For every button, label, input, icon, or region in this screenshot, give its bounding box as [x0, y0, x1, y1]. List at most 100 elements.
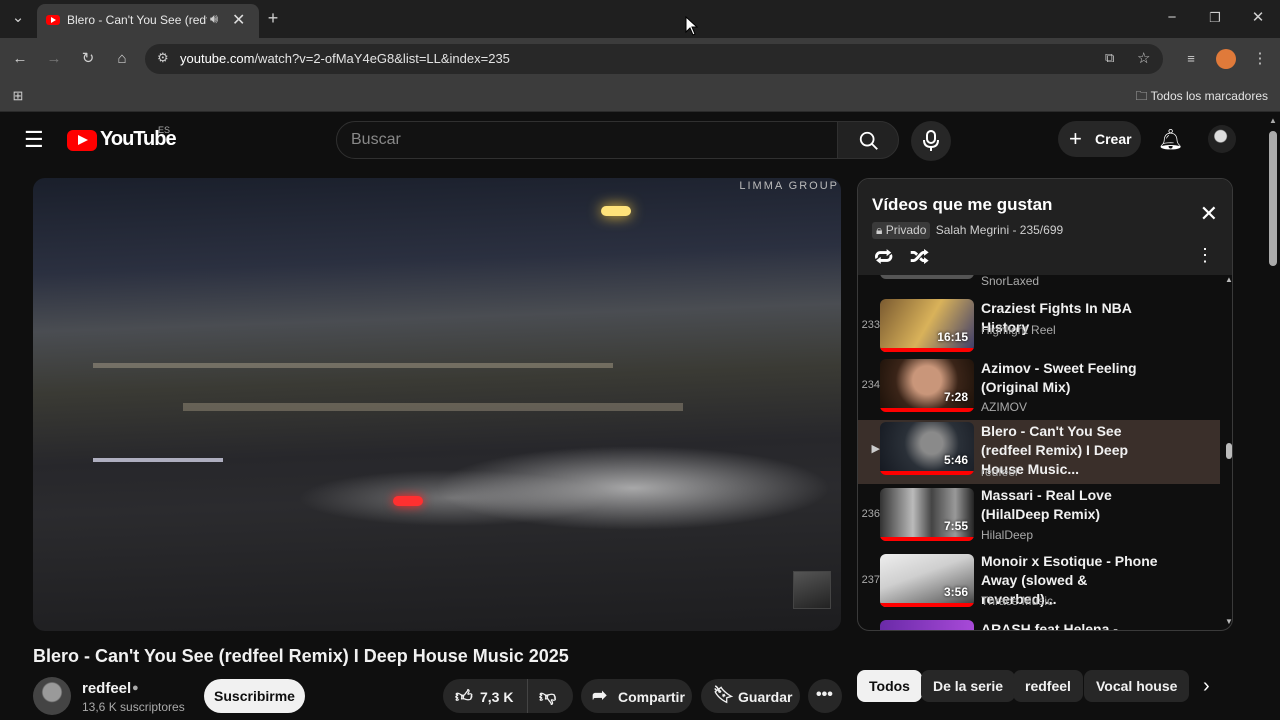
playlist-item[interactable]: 237 3:56 Monoir x Esotique - Phone Away … — [858, 552, 1220, 616]
maximize-button[interactable]: ❐ — [1205, 8, 1225, 28]
duration: 5:46 — [943, 453, 968, 467]
chip-channel[interactable]: redfeel — [1013, 670, 1083, 702]
video-thumbnail: 5:46 — [880, 422, 974, 475]
share-label: Compartir — [618, 689, 685, 705]
subscriber-count: 13,6 K suscriptores — [82, 700, 185, 714]
duration: 7:28 — [943, 390, 968, 404]
item-index: 234 — [861, 379, 880, 391]
video-thumbnail: 16:15 — [880, 299, 974, 352]
tab-close-icon[interactable]: ✕ — [232, 10, 245, 30]
apps-grid-icon[interactable]: ⊞ — [8, 86, 28, 106]
audio-playing-icon[interactable]: 🔊︎ — [210, 11, 218, 27]
back-button[interactable]: ← — [10, 49, 30, 69]
menu-icon[interactable]: ☰ — [24, 127, 44, 153]
search-box[interactable] — [336, 121, 838, 159]
playlist-close-icon[interactable]: ✕ — [1200, 201, 1218, 227]
playlist-menu-icon[interactable]: ⋮ — [1196, 245, 1214, 266]
chip-series[interactable]: De la serie — [921, 670, 1016, 702]
thumbs-up-icon: 👍︎ — [455, 687, 473, 706]
watch-progress — [880, 537, 974, 541]
profile-avatar[interactable] — [1216, 49, 1236, 69]
browser-toolbar: ← → ↻ ⌂ ⚙ youtube.com/watch?v=2-ofMaY4eG… — [0, 38, 1280, 80]
playlist-item[interactable]: 233 16:15 Craziest Fights In NBA History… — [858, 297, 1220, 361]
folder-icon: 🗀︎ — [1135, 89, 1151, 103]
install-app-icon[interactable]: ⧉ — [1105, 50, 1114, 66]
now-playing-icon: ▶ — [871, 443, 880, 455]
car-taillight — [393, 496, 423, 506]
create-button[interactable]: + Crear — [1058, 121, 1141, 157]
video-player[interactable]: LIMMA GROUP — [33, 178, 841, 631]
account-avatar[interactable] — [1208, 125, 1236, 153]
dislike-button[interactable]: 👎︎ — [529, 679, 573, 713]
search-button[interactable] — [837, 121, 899, 159]
scroll-thumb[interactable] — [1226, 443, 1232, 459]
tab-search-icon[interactable]: ⌄ — [8, 8, 28, 28]
page-scroll-thumb[interactable] — [1269, 131, 1277, 266]
item-channel: AZIMOV — [981, 400, 1028, 414]
channel-watermark-thumbnail[interactable] — [793, 571, 831, 609]
playlist-item[interactable]: ARASH feat Helena - BROKEN — [858, 618, 1220, 630]
playlist-title[interactable]: Vídeos que me gustan — [872, 195, 1052, 215]
item-channel: Thrace Music — [981, 594, 1054, 608]
item-index: 237 — [861, 574, 880, 586]
light-stripe — [93, 458, 223, 462]
page-scrollbar[interactable]: ▲ — [1266, 113, 1280, 720]
playlist-owner-progress: Salah Megrini - 235/699 — [935, 223, 1064, 237]
subscribe-button[interactable]: Suscribirme — [204, 679, 305, 713]
bookmark-icon: 🔖︎ — [713, 685, 735, 704]
playlist-item[interactable]: 236 7:55 Massari - Real Love (HilalDeep … — [858, 486, 1220, 550]
notifications-bell-icon[interactable]: 🔔︎ — [1158, 127, 1183, 152]
video-thumbnail: 7:28 — [880, 359, 974, 412]
youtube-logo-icon[interactable] — [67, 130, 97, 151]
all-bookmarks-folder[interactable]: 🗀︎ Todos los marcadores — [1135, 87, 1268, 108]
playlist-scrollbar[interactable]: ▲ ▼ — [1224, 275, 1232, 630]
item-channel: SnorLaxed — [981, 275, 1040, 288]
youtube-masthead: ☰ YouTube ES + Crear 🔔︎ — [0, 113, 1266, 167]
more-actions-button[interactable]: ••• — [808, 679, 842, 713]
address-bar[interactable]: ⚙ youtube.com/watch?v=2-ofMaY4eG8&list=L… — [145, 44, 1163, 74]
loop-icon[interactable]: 🔁︎ — [874, 243, 893, 271]
share-button[interactable]: ➦ Compartir — [581, 679, 692, 713]
forward-button[interactable]: → — [44, 49, 64, 69]
minimize-button[interactable]: − — [1162, 8, 1182, 28]
site-info-icon[interactable]: ⚙ — [157, 50, 169, 66]
save-button[interactable]: 🔖︎ Guardar — [701, 679, 800, 713]
voice-search-button[interactable] — [911, 121, 951, 161]
like-button[interactable]: 👍︎ 7,3 K — [443, 679, 528, 713]
reload-button[interactable]: ↻ — [78, 49, 98, 69]
bookmark-star-icon[interactable]: ☆ — [1137, 49, 1150, 67]
chip-all[interactable]: Todos — [857, 670, 922, 702]
home-button[interactable]: ⌂ — [112, 49, 132, 69]
light-stripe — [183, 403, 683, 411]
browser-tab-active[interactable]: Blero - Can't You See (redfeel Remix) I … — [37, 4, 259, 38]
channel-avatar[interactable] — [33, 677, 71, 715]
shuffle-icon[interactable]: 🔀︎ — [910, 243, 929, 271]
playlist-item-current[interactable]: ▶ 5:46 Blero - Can't You See (redfeel Re… — [858, 420, 1220, 484]
playlist-item[interactable]: 234 7:28 Azimov - Sweet Feeling (Origina… — [858, 357, 1220, 421]
media-controls-icon[interactable]: ≡ — [1181, 49, 1201, 69]
item-title: Massari - Real Love (HilalDeep Remix) — [981, 487, 1112, 522]
channel-name[interactable]: redfeel — [82, 680, 131, 697]
item-channel: HilalDeep — [981, 528, 1034, 542]
mouse-cursor-icon — [685, 16, 699, 36]
watch-progress — [880, 408, 974, 412]
chip-vocal-house[interactable]: Vocal house — [1084, 670, 1190, 702]
search-input[interactable] — [351, 131, 821, 149]
like-dislike-group: 👍︎ 7,3 K 👎︎ — [443, 679, 573, 713]
item-index: 236 — [861, 508, 880, 520]
scroll-up-icon[interactable]: ▲ — [1225, 275, 1232, 284]
tab-title: Blero - Can't You See (redfeel Remix) I … — [67, 13, 207, 27]
chips-next-chevron-icon[interactable]: › — [1203, 675, 1210, 698]
video-thumbnail: 3:56 — [880, 554, 974, 607]
scroll-down-icon[interactable]: ▼ — [1225, 617, 1232, 626]
playlist-item-partial[interactable]: SnorLaxed — [858, 275, 1220, 288]
duration: 16:15 — [937, 330, 968, 344]
url-text: youtube.com/watch?v=2-ofMaY4eG8&list=LL&… — [180, 51, 510, 66]
private-badge: 🔒︎ Privado — [872, 222, 931, 239]
page-scroll-up-icon[interactable]: ▲ — [1269, 116, 1277, 125]
duration: 3:56 — [943, 585, 968, 599]
browser-menu-icon[interactable]: ⋮ — [1250, 49, 1270, 69]
playlist-panel: Vídeos que me gustan 🔒︎ Privado Salah Me… — [857, 178, 1233, 631]
close-window-button[interactable]: ✕ — [1248, 8, 1268, 28]
new-tab-button[interactable]: + — [263, 8, 283, 28]
